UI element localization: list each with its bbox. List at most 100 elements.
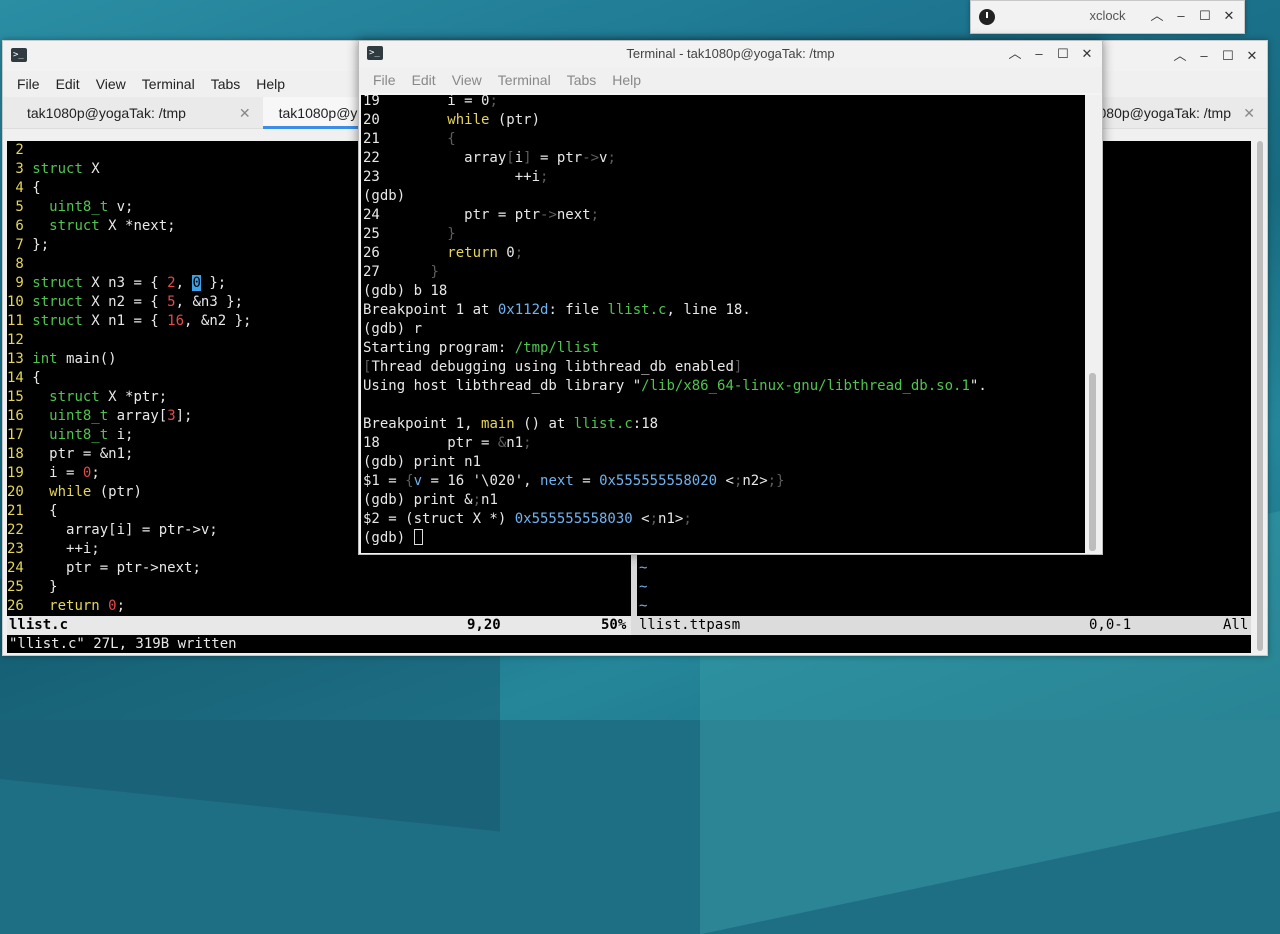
code-text: { xyxy=(32,503,58,519)
xclock-window[interactable]: xclock ︿ – ☐ ✕ xyxy=(970,0,1245,34)
menu-help[interactable]: Help xyxy=(612,72,641,88)
gdb-output-line: 23 ++i; xyxy=(363,169,549,185)
minimize-icon[interactable]: – xyxy=(1197,49,1211,63)
tab-label: tak1080p@yogaTak: /tmp xyxy=(27,105,186,121)
gdb-console[interactable]: 19 i = 0; 20 while (ptr) 21 {22 array[i] =… xyxy=(361,95,1085,553)
line-number: 11 xyxy=(7,313,33,329)
gdb-output-line: $2 = (struct X *) 0x555555558030 <;n1>; xyxy=(363,511,692,527)
line-number: 22 xyxy=(7,522,33,538)
menu-file[interactable]: File xyxy=(373,72,396,88)
gdb-output-line: Using host libthread_db library "/lib/x8… xyxy=(363,378,987,394)
menu-view[interactable]: View xyxy=(96,76,126,92)
menu-help[interactable]: Help xyxy=(256,76,285,92)
gdb-titlebar[interactable]: >_ Terminal - tak1080p@yogaTak: /tmp ︿ –… xyxy=(359,41,1102,67)
status-percent: 50% xyxy=(601,617,627,633)
gdb-output-line: Breakpoint 1, main () at llist.c:18 xyxy=(363,416,659,432)
line-number: 8 xyxy=(7,256,33,272)
close-icon[interactable]: ✕ xyxy=(239,97,251,129)
line-number: 10 xyxy=(7,294,33,310)
code-text: struct X n1 = { 16, &n2 }; xyxy=(32,313,252,329)
gdb-output-line: Breakpoint 1 at 0x112d: file llist.c, li… xyxy=(363,302,751,318)
tilde-line: ~ xyxy=(639,560,648,576)
status-line-right: llist.ttpasm 0,0-1 All xyxy=(631,616,1251,635)
status-position: 0,0-1 xyxy=(1089,617,1132,633)
scrollbar-thumb[interactable] xyxy=(1257,141,1263,651)
line-number: 14 xyxy=(7,370,33,386)
line-number: 6 xyxy=(7,218,33,234)
tab-1[interactable]: tak1080p@yogaTak: /tmp ✕ xyxy=(3,97,263,129)
maximize-icon[interactable]: ☐ xyxy=(1056,47,1070,61)
line-number: 13 xyxy=(7,351,33,367)
gdb-output-line: Starting program: /tmp/llist xyxy=(363,340,600,356)
close-icon[interactable]: ✕ xyxy=(1243,97,1255,129)
menu-tabs[interactable]: Tabs xyxy=(211,76,241,92)
code-text: }; xyxy=(32,237,50,253)
code-text: struct X n3 = { 2, 0 }; xyxy=(32,275,227,291)
close-icon[interactable]: ✕ xyxy=(1080,47,1094,61)
code-text: int main() xyxy=(32,351,117,367)
terminal-app-icon: >_ xyxy=(11,48,27,62)
line-number: 9 xyxy=(7,275,33,291)
line-number: 24 xyxy=(7,560,33,576)
line-number: 25 xyxy=(7,579,33,595)
gdb-output-line: 26 return 0; xyxy=(363,245,524,261)
code-text: ptr = &n1; xyxy=(32,446,134,462)
minimize-icon[interactable]: – xyxy=(1032,47,1046,61)
editor-line: 24 ptr = ptr->next; xyxy=(7,559,631,578)
code-text: struct X n2 = { 5, &n3 }; xyxy=(32,294,244,310)
line-number: 2 xyxy=(7,142,33,158)
code-text: struct X xyxy=(32,161,100,177)
menu-tabs[interactable]: Tabs xyxy=(567,72,597,88)
gdb-terminal-window[interactable]: >_ Terminal - tak1080p@yogaTak: /tmp ︿ –… xyxy=(358,40,1103,555)
gdb-output-line: (gdb) b 18 xyxy=(363,283,448,299)
scrollbar[interactable] xyxy=(1085,95,1101,553)
close-icon[interactable]: ✕ xyxy=(1245,49,1259,63)
chevron-up-icon[interactable]: ︿ xyxy=(1008,47,1022,61)
scrollbar[interactable] xyxy=(1253,141,1267,653)
code-text: { xyxy=(32,180,41,196)
maximize-icon[interactable]: ☐ xyxy=(1221,49,1235,63)
code-text: return 0; xyxy=(49,598,126,614)
status-line-left: llist.c 9,20 50% xyxy=(7,616,631,635)
chevron-up-icon[interactable]: ︿ xyxy=(1150,9,1164,23)
menu-terminal[interactable]: Terminal xyxy=(498,72,551,88)
code-text: struct X *ptr; xyxy=(49,389,168,405)
line-number: 4 xyxy=(7,180,33,196)
line-number: 7 xyxy=(7,237,33,253)
tilde-line: ~ xyxy=(639,598,648,614)
code-text: while (ptr) xyxy=(49,484,142,500)
gdb-output-line: $1 = {v = 16 '\020', next = 0x5555555580… xyxy=(363,473,785,489)
editor-line: 26 return 0; xyxy=(7,597,631,616)
line-number: 17 xyxy=(7,427,33,443)
menu-edit[interactable]: Edit xyxy=(56,76,80,92)
menu-file[interactable]: File xyxy=(17,76,40,92)
menu-view[interactable]: View xyxy=(452,72,482,88)
line-number: 26 xyxy=(7,598,33,614)
line-number: 3 xyxy=(7,161,33,177)
text-cursor xyxy=(413,529,423,545)
menu-edit[interactable]: Edit xyxy=(412,72,436,88)
status-all: All xyxy=(1223,617,1249,633)
gdb-output-line: (gdb) print &;n1 xyxy=(363,492,498,508)
gdb-output-line: [Thread debugging using libthread_db ena… xyxy=(363,359,743,375)
code-text: uint8_t v; xyxy=(49,199,134,215)
status-position: 9,20 xyxy=(467,617,501,633)
gdb-output-line: 20 while (ptr) xyxy=(363,112,541,128)
close-icon[interactable]: ✕ xyxy=(1222,9,1236,23)
gdb-output-line: 25 } xyxy=(363,226,456,242)
editor-pane-right[interactable]: ~ ~ ~ xyxy=(639,559,1239,616)
scrollbar-thumb[interactable] xyxy=(1089,373,1096,551)
gdb-output-line: 27 } xyxy=(363,264,439,280)
chevron-up-icon[interactable]: ︿ xyxy=(1173,49,1187,63)
gdb-output-line xyxy=(363,396,987,415)
code-text: uint8_t i; xyxy=(49,427,134,443)
gdb-output-line: (gdb) r xyxy=(363,321,423,337)
line-number: 23 xyxy=(7,541,33,557)
maximize-icon[interactable]: ☐ xyxy=(1198,9,1212,23)
code-text: i = 0; xyxy=(32,465,100,481)
gdb-window-title: Terminal - tak1080p@yogaTak: /tmp xyxy=(626,46,835,61)
code-text: uint8_t array[3]; xyxy=(49,408,193,424)
menu-terminal[interactable]: Terminal xyxy=(142,76,195,92)
line-number: 15 xyxy=(7,389,33,405)
minimize-icon[interactable]: – xyxy=(1174,9,1188,23)
